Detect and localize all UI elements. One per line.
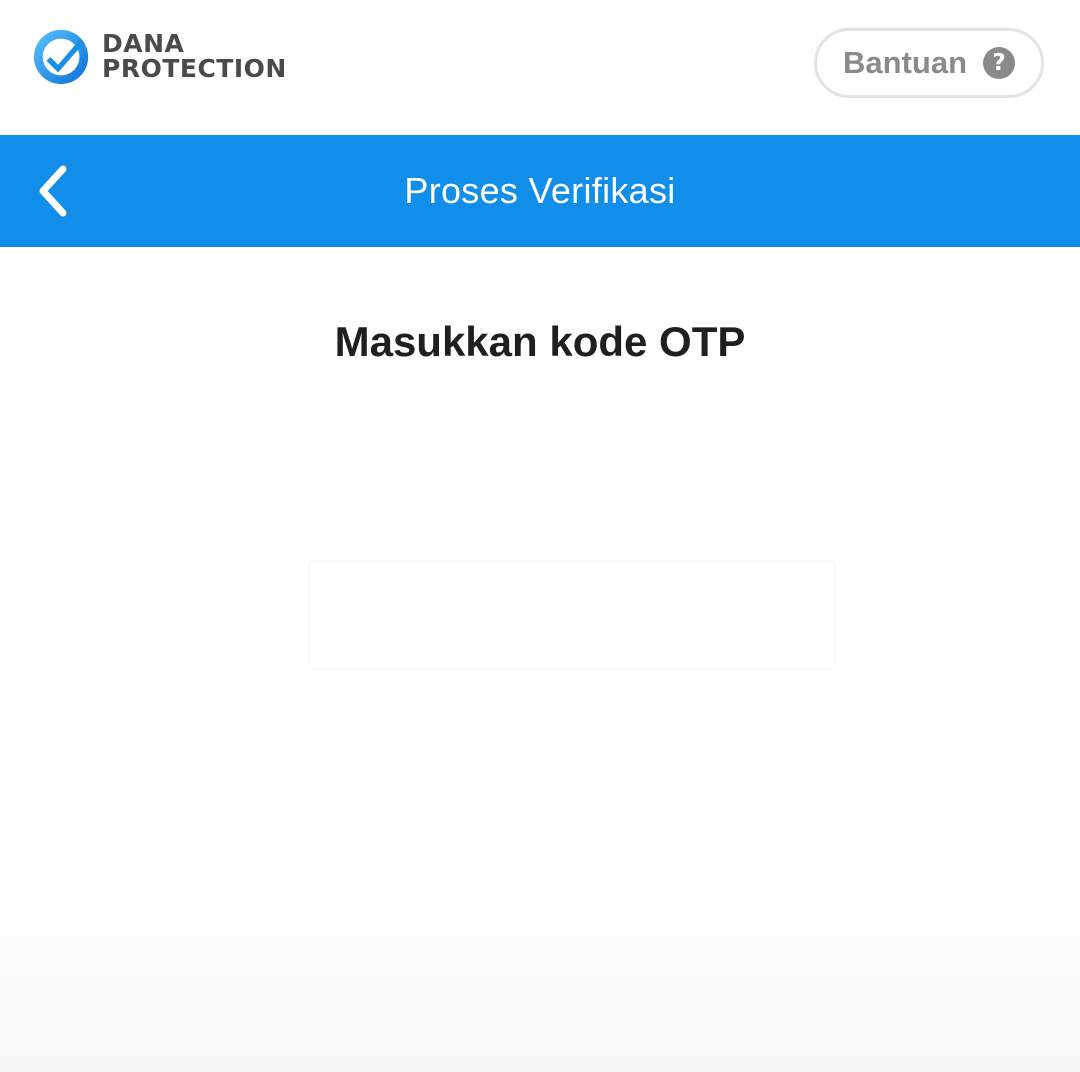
logo-text-line2: PROTECTION xyxy=(102,54,287,83)
back-button[interactable] xyxy=(22,159,82,223)
question-circle-icon: ? xyxy=(983,47,1015,79)
otp-input-area[interactable] xyxy=(308,560,836,670)
help-button[interactable]: Bantuan ? xyxy=(814,28,1044,98)
logo-wordmark: DANA PROTECTION xyxy=(102,31,287,81)
chevron-left-icon xyxy=(39,165,67,217)
otp-heading: Masukkan kode OTP xyxy=(334,318,746,365)
page-title: Proses Verifikasi xyxy=(404,170,676,211)
help-button-label: Bantuan xyxy=(843,45,967,80)
dana-protection-logo: DANA PROTECTION xyxy=(32,24,287,88)
logo-text-line1: DANA xyxy=(102,29,185,58)
otp-verification-page: DANA PROTECTION Bantuan ? Proses Verifik… xyxy=(0,0,1080,1072)
check-shield-icon xyxy=(33,29,89,85)
bottom-region xyxy=(0,925,1080,1072)
page-header: Proses Verifikasi xyxy=(0,135,1080,247)
brand-bar: DANA PROTECTION Bantuan ? xyxy=(0,0,1080,135)
